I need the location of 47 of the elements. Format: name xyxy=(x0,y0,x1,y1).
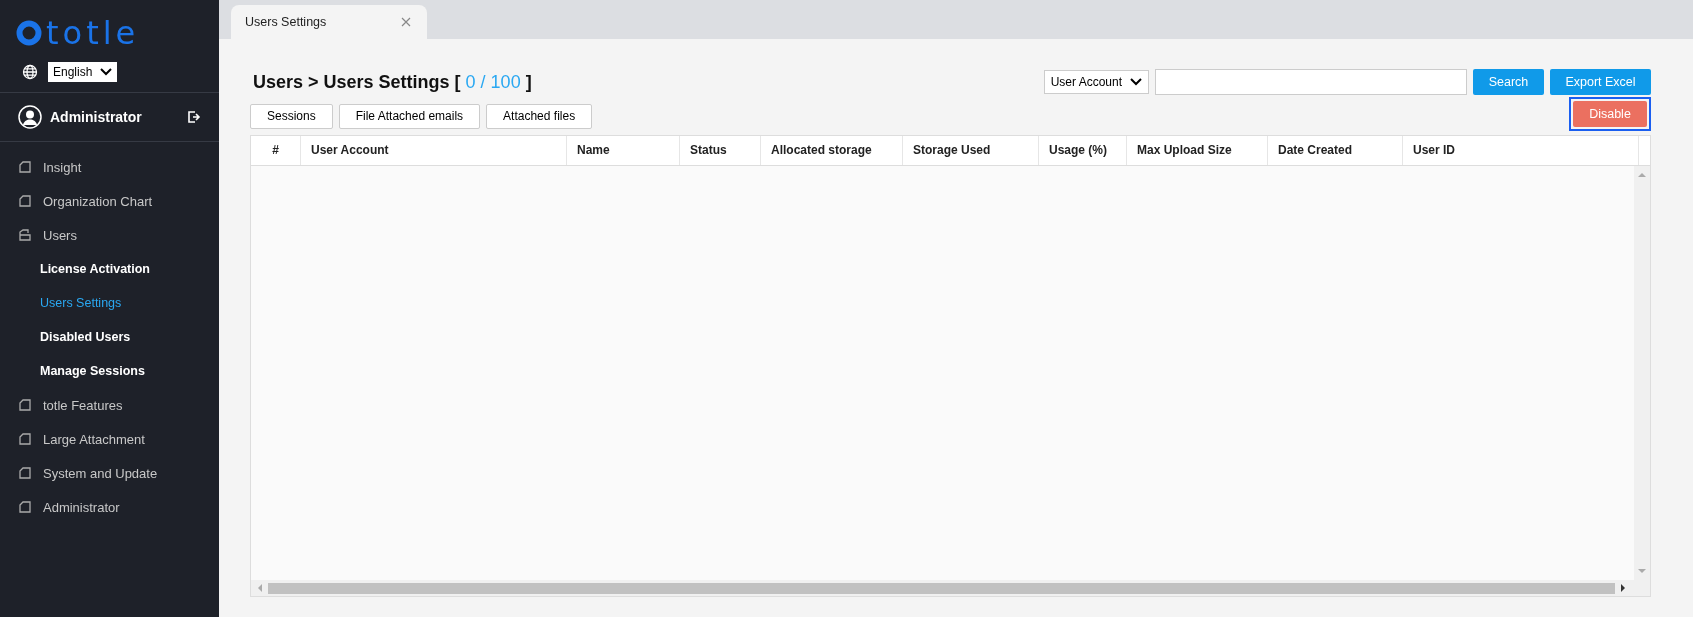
page-title: Users > Users Settings xyxy=(253,71,450,93)
chevron-down-icon xyxy=(1130,78,1142,86)
horizontal-scrollbar[interactable] xyxy=(251,580,1650,596)
column-header[interactable]: # xyxy=(251,136,301,165)
chevron-down-icon xyxy=(100,68,113,76)
bracket-text: ] xyxy=(525,71,532,93)
scroll-up-icon[interactable] xyxy=(1638,172,1646,177)
column-header[interactable]: Max Upload Size xyxy=(1127,136,1268,165)
column-header[interactable]: Usage (%) xyxy=(1039,136,1127,165)
logout-icon[interactable] xyxy=(187,110,201,124)
column-header[interactable]: Date Created xyxy=(1268,136,1403,165)
scroll-down-icon[interactable] xyxy=(1638,569,1646,574)
search-field[interactable] xyxy=(1155,69,1467,95)
column-header[interactable]: Name xyxy=(567,136,680,165)
toolbar-button[interactable]: Sessions xyxy=(250,103,333,129)
submenu-item[interactable]: Users Settings xyxy=(0,286,219,320)
menu-item[interactable]: Users xyxy=(0,218,219,252)
filter-select[interactable]: User Account xyxy=(1043,70,1149,94)
column-header[interactable]: User ID xyxy=(1403,136,1639,165)
toolbar-button[interactable]: Attached files xyxy=(486,103,593,129)
submenu-item[interactable]: Manage Sessions xyxy=(0,354,219,388)
user-name: Administrator xyxy=(50,109,143,125)
close-icon[interactable] xyxy=(401,17,411,27)
column-header[interactable]: User Account xyxy=(301,136,567,165)
tab[interactable]: Users Settings xyxy=(231,5,427,39)
menu-item[interactable]: Administrator xyxy=(0,490,219,524)
menu-item[interactable]: totle Features xyxy=(0,388,219,422)
column-header[interactable]: Status xyxy=(680,136,761,165)
globe-icon xyxy=(22,64,38,80)
scroll-right-icon[interactable] xyxy=(1621,584,1626,592)
submenu-item[interactable]: License Activation xyxy=(0,252,219,286)
column-header[interactable]: Storage Used xyxy=(903,136,1039,165)
user-count: 0 / 100 xyxy=(465,71,521,93)
menu-item[interactable]: Large Attachment xyxy=(0,422,219,456)
submenu-item[interactable]: Disabled Users xyxy=(0,320,219,354)
menu-item[interactable]: System and Update xyxy=(0,456,219,490)
scroll-left-icon[interactable] xyxy=(257,584,262,592)
menu-item[interactable]: Organization Chart xyxy=(0,184,219,218)
logo-icon xyxy=(16,20,42,46)
vertical-scrollbar[interactable] xyxy=(1634,166,1650,580)
toolbar-button[interactable]: File Attached emails xyxy=(338,103,481,129)
language-select[interactable]: English xyxy=(48,62,118,82)
logo-text: totle xyxy=(46,18,140,48)
column-header[interactable]: Allocated storage xyxy=(761,136,903,165)
bracket-text: [ xyxy=(454,71,461,93)
avatar-icon xyxy=(18,105,42,129)
menu-item[interactable]: Insight xyxy=(0,150,219,184)
